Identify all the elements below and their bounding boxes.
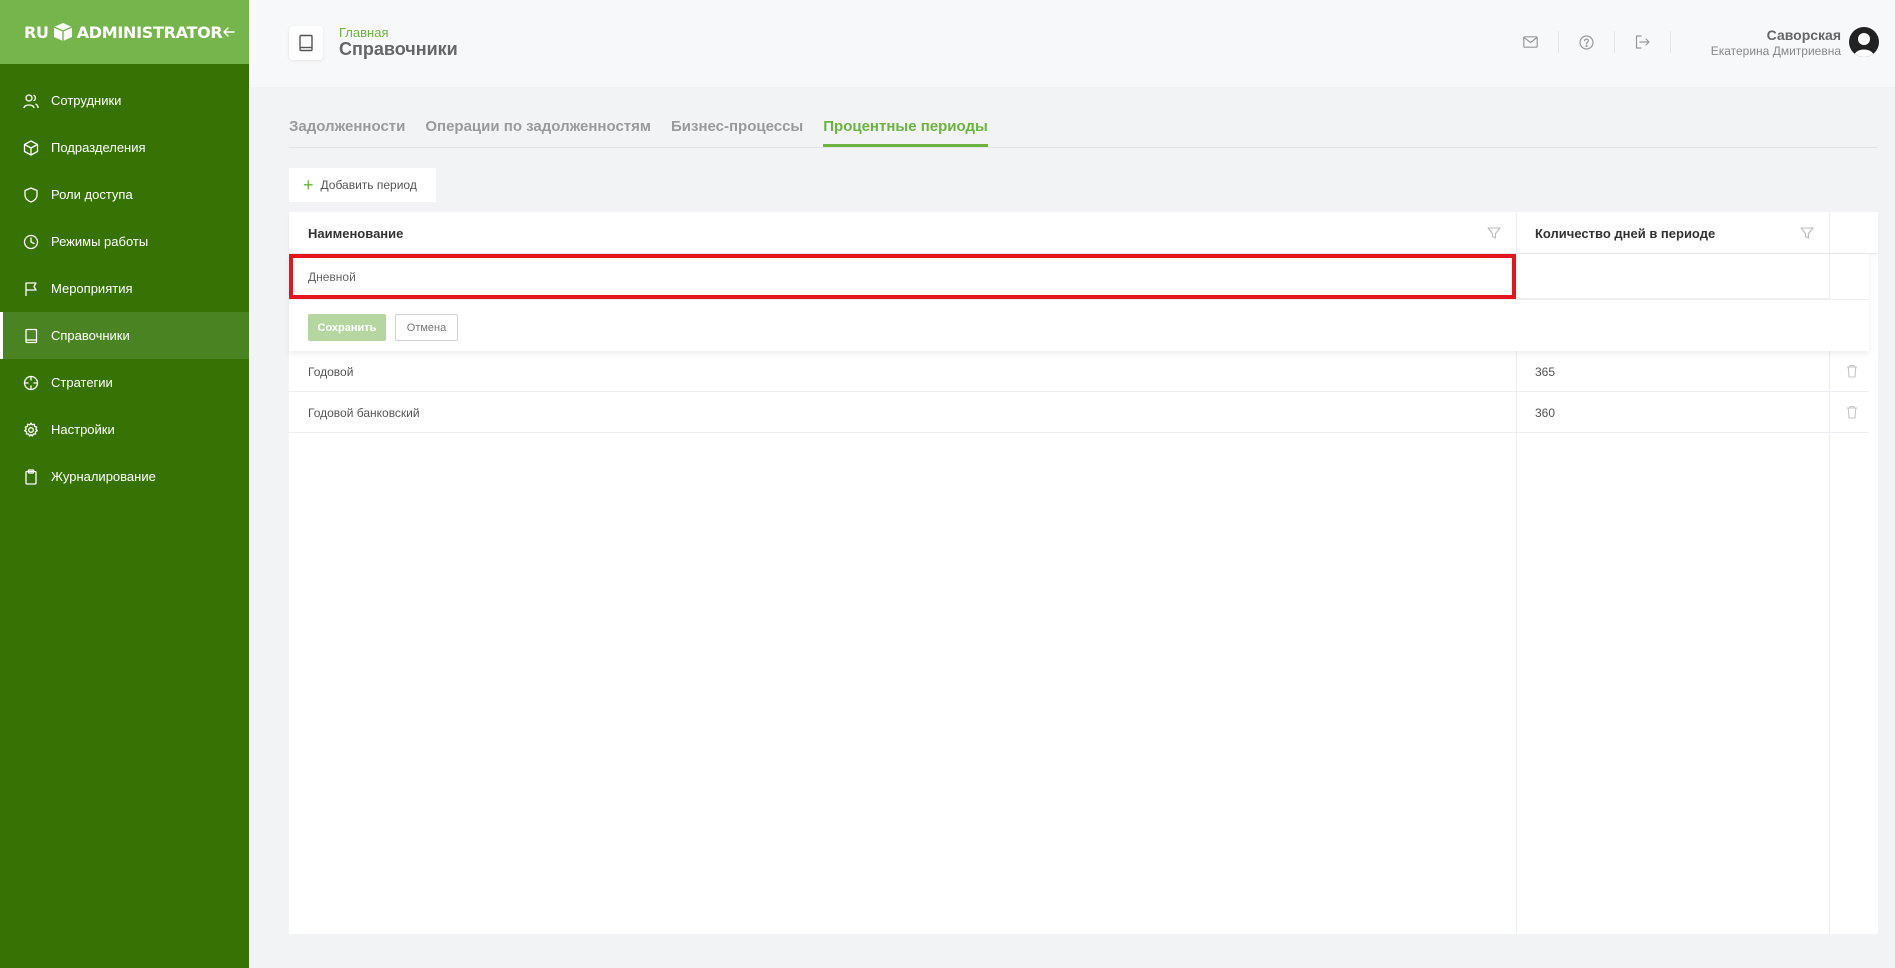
logout-button[interactable] — [1615, 31, 1671, 53]
sidebar-item-label: Стратегии — [51, 375, 113, 390]
user-info[interactable]: Саворская Екатерина Дмитриевна — [1711, 27, 1841, 58]
help-button[interactable] — [1559, 31, 1615, 53]
mail-icon — [1522, 36, 1538, 48]
sidebar-nav: Сотрудники Подразделения Роли доступа Ре… — [0, 77, 249, 500]
shield-icon — [22, 186, 40, 204]
row-name: Годовой банковский — [308, 405, 420, 420]
gear-icon — [22, 421, 40, 439]
logo[interactable]: RU ADMINISTRATOR — [24, 22, 223, 42]
row-days: 360 — [1535, 405, 1556, 420]
column-header-days[interactable]: Количество дней в периоде — [1535, 212, 1715, 254]
row-days: 365 — [1535, 364, 1556, 379]
logout-icon — [1635, 35, 1650, 49]
users-icon — [22, 92, 40, 110]
mail-button[interactable] — [1503, 31, 1559, 53]
add-period-button[interactable]: + Добавить период — [289, 168, 436, 202]
row-name: Годовой — [308, 364, 354, 379]
logo-cube-icon — [53, 23, 73, 41]
sidebar-item-label: Журналирование — [51, 469, 156, 484]
crosshair-icon — [22, 374, 40, 392]
help-icon — [1579, 34, 1594, 50]
tab-interest-periods[interactable]: Процентные периоды — [823, 118, 988, 147]
filter-icon[interactable] — [1486, 225, 1502, 241]
page-book-icon — [289, 26, 323, 60]
sidebar-item-logging[interactable]: Журналирование — [0, 453, 249, 500]
sidebar-item-label: Подразделения — [51, 140, 146, 155]
cancel-button[interactable]: Отмена — [395, 314, 458, 341]
clock-icon — [22, 233, 40, 251]
sidebar-item-access-roles[interactable]: Роли доступа — [0, 171, 249, 218]
edit-row: Сохранить Отмена — [289, 254, 1869, 351]
sidebar-item-events[interactable]: Мероприятия — [0, 265, 249, 312]
table-row[interactable]: Годовой банковский 360 — [289, 392, 1869, 433]
sidebar-header: RU ADMINISTRATOR — [0, 0, 249, 64]
column-header-name[interactable]: Наименование — [308, 212, 403, 254]
sidebar-item-label: Роли доступа — [51, 187, 133, 202]
sidebar-item-label: Сотрудники — [51, 93, 122, 108]
sidebar-item-departments[interactable]: Подразделения — [0, 124, 249, 171]
trash-icon[interactable] — [1844, 363, 1860, 379]
breadcrumb-home[interactable]: Главная — [339, 25, 388, 40]
sidebar: RU ADMINISTRATOR Сотрудники Подразделени… — [0, 0, 249, 968]
period-name-input[interactable] — [289, 254, 1516, 299]
sidebar-item-settings[interactable]: Настройки — [0, 406, 249, 453]
save-button[interactable]: Сохранить — [308, 314, 386, 341]
sidebar-item-label: Настройки — [51, 422, 115, 437]
divider — [289, 299, 1869, 300]
periods-table: Наименование Количество дней в периоде С… — [289, 212, 1878, 934]
user-first-name: Екатерина Дмитриевна — [1710, 43, 1841, 58]
table-header: Наименование Количество дней в периоде — [289, 212, 1878, 254]
sidebar-item-label: Мероприятия — [51, 281, 133, 296]
sidebar-item-work-modes[interactable]: Режимы работы — [0, 218, 249, 265]
sidebar-item-label: Справочники — [51, 328, 130, 343]
collapse-sidebar-button[interactable] — [222, 22, 236, 42]
table-row[interactable]: Годовой 365 — [289, 351, 1869, 392]
trash-icon[interactable] — [1844, 404, 1860, 420]
add-period-label: Добавить период — [320, 178, 417, 192]
filter-icon[interactable] — [1799, 225, 1815, 241]
tab-debts[interactable]: Задолженности — [289, 118, 405, 147]
plus-icon: + — [303, 175, 314, 195]
page-title: Справочники — [339, 39, 458, 59]
tabs: Задолженности Операции по задолженностям… — [289, 118, 1878, 148]
logo-text-left: RU — [24, 22, 49, 42]
top-bar: Главная Справочники Саворская Екатерина … — [249, 0, 1895, 87]
tab-debt-operations[interactable]: Операции по задолженностям — [425, 118, 651, 147]
avatar[interactable] — [1849, 27, 1879, 57]
book-icon — [22, 327, 40, 345]
tab-business-processes[interactable]: Бизнес-процессы — [671, 118, 803, 147]
cube-icon — [22, 139, 40, 157]
flag-icon — [22, 280, 40, 298]
user-last-name: Саворская — [1766, 26, 1841, 43]
user-avatar-icon — [1854, 33, 1874, 57]
sidebar-item-label: Режимы работы — [51, 234, 149, 249]
sidebar-item-employees[interactable]: Сотрудники — [0, 77, 249, 124]
clipboard-icon — [22, 468, 40, 486]
period-days-cell[interactable] — [1517, 254, 1829, 299]
column-divider — [1829, 254, 1830, 299]
sidebar-item-references[interactable]: Справочники — [0, 312, 249, 359]
arrow-left-icon — [223, 27, 236, 37]
header-actions: Саворская Екатерина Дмитриевна — [1503, 22, 1895, 62]
logo-text-right: ADMINISTRATOR — [76, 22, 223, 42]
sidebar-item-strategies[interactable]: Стратегии — [0, 359, 249, 406]
